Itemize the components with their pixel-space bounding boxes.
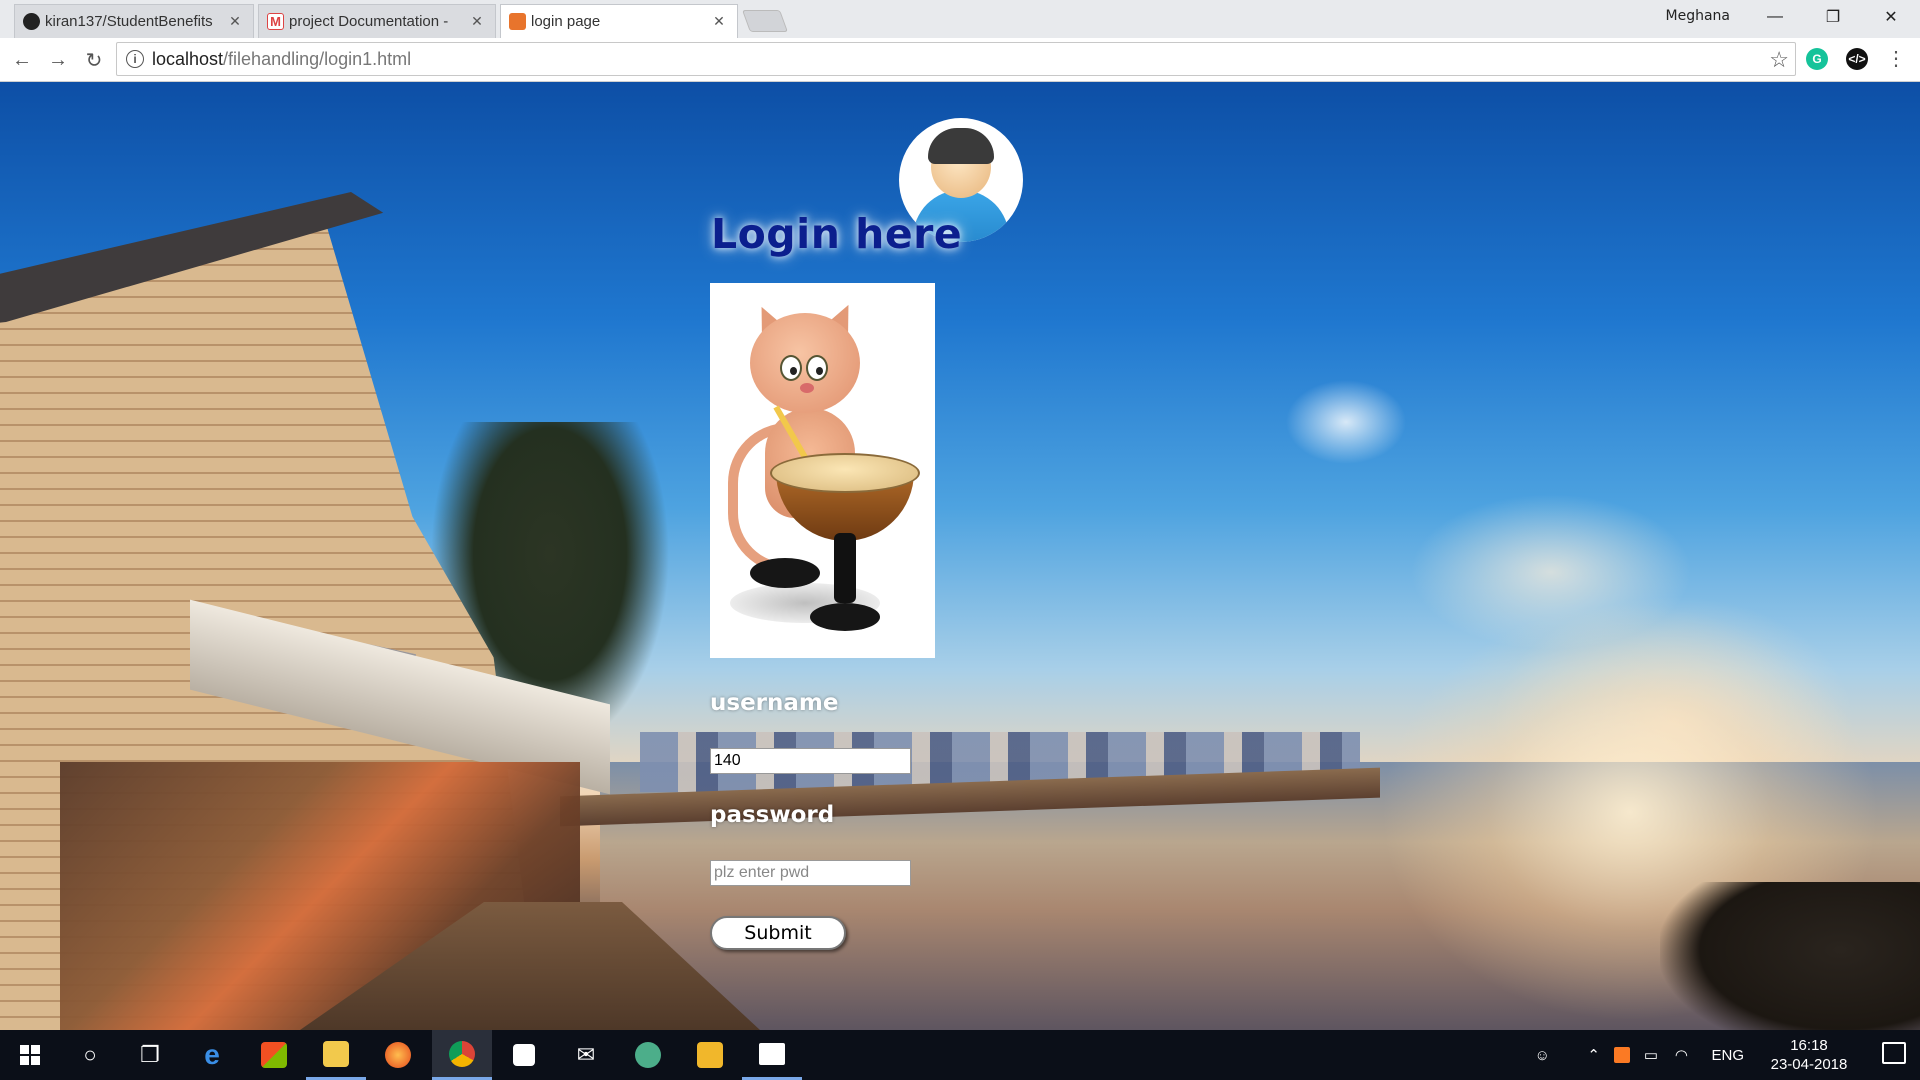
url-host: localhost [152, 48, 224, 69]
tab-login-page[interactable]: login page ✕ [500, 4, 738, 38]
code-icon[interactable]: </> [1846, 48, 1868, 70]
submit-button[interactable]: Submit [710, 916, 846, 950]
sticky-notes-icon[interactable] [494, 1030, 554, 1080]
menu-icon[interactable]: ⋮ [1886, 46, 1906, 71]
reload-icon[interactable]: ↻ [80, 46, 108, 74]
clock-date: 23-04-2018 [1770, 1056, 1848, 1073]
html-icon [509, 13, 526, 30]
restore-button[interactable]: ❐ [1804, 0, 1862, 34]
notification-icon[interactable] [1882, 1042, 1906, 1064]
forward-icon[interactable]: → [44, 46, 72, 74]
task-view-icon[interactable]: ❐ [120, 1030, 180, 1080]
photos-icon[interactable] [742, 1030, 802, 1080]
username-label: username [710, 690, 839, 716]
chevron-up-icon[interactable]: ⌃ [1587, 1030, 1600, 1080]
desk-top [770, 453, 920, 493]
tab-github[interactable]: kiran137/StudentBenefits ✕ [14, 4, 254, 38]
tab-title: login page [531, 13, 601, 30]
store-icon[interactable] [244, 1030, 304, 1080]
windows-start-icon[interactable] [0, 1030, 60, 1080]
browser-titlebar: kiran137/StudentBenefits ✕ M project Doc… [0, 0, 1920, 38]
bookmark-star-icon[interactable]: ☆ [1769, 47, 1789, 73]
password-input[interactable] [710, 860, 911, 886]
password-label: password [710, 802, 835, 828]
new-tab-button[interactable] [741, 10, 789, 32]
clock-time: 16:18 [1790, 1037, 1828, 1054]
tab-title: kiran137/StudentBenefits [45, 13, 213, 30]
close-icon[interactable]: ✕ [711, 13, 727, 30]
cat-nose [800, 383, 814, 393]
battery-icon[interactable]: ▭ [1644, 1030, 1658, 1080]
close-icon[interactable]: ✕ [469, 13, 485, 30]
cat-foot [810, 603, 880, 631]
cat-head [750, 313, 860, 413]
windows-taskbar: ○ ❐ e ✉ ☺ ⌃ ▭ ◠ ENG 16:18 23-04-2018 [0, 1030, 1920, 1080]
close-window-button[interactable]: ✕ [1862, 0, 1920, 34]
outlook-icon[interactable] [680, 1030, 740, 1080]
page-title: Login here [711, 210, 963, 258]
language-indicator[interactable]: ENG [1711, 1030, 1744, 1080]
edge-icon[interactable]: e [182, 1030, 242, 1080]
tab-gmail[interactable]: M project Documentation - ✕ [258, 4, 496, 38]
people-icon[interactable]: ☺ [1535, 1030, 1550, 1080]
cat-foot [750, 558, 820, 588]
profile-name[interactable]: Meghana [1666, 8, 1730, 24]
mail-icon[interactable]: ✉ [556, 1030, 616, 1080]
tab-title: project Documentation - [289, 13, 449, 30]
taskbar-clock[interactable]: 16:18 23-04-2018 [1764, 1036, 1854, 1074]
avatar-hair [928, 128, 994, 164]
login-form: Login here username password Submit [0, 82, 1920, 1030]
cat-eye [780, 355, 802, 381]
minimize-button[interactable]: — [1746, 0, 1804, 34]
back-icon[interactable]: ← [8, 46, 36, 74]
grammarly-icon[interactable]: G [1806, 48, 1828, 70]
cat-student-image [710, 283, 935, 658]
gmail-icon: M [267, 13, 284, 30]
xampp-icon[interactable] [1614, 1030, 1630, 1080]
chrome-icon[interactable] [432, 1030, 492, 1080]
info-icon[interactable]: i [126, 50, 144, 68]
url-path: /filehandling/login1.html [223, 48, 412, 69]
page-viewport: Login here username password Submit [0, 82, 1920, 1030]
cat-eye [806, 355, 828, 381]
close-icon[interactable]: ✕ [227, 13, 243, 30]
username-input[interactable] [710, 748, 911, 774]
wifi-icon[interactable]: ◠ [1675, 1030, 1688, 1080]
desk-leg [834, 533, 856, 603]
address-bar[interactable]: i localhost/filehandling/login1.html ☆ [116, 42, 1796, 76]
github-icon [23, 13, 40, 30]
firefox-icon[interactable] [368, 1030, 428, 1080]
browser-toolbar: ← → ↻ i localhost/filehandling/login1.ht… [0, 38, 1920, 82]
atom-icon[interactable] [618, 1030, 678, 1080]
file-explorer-icon[interactable] [306, 1030, 366, 1080]
cortana-icon[interactable]: ○ [60, 1030, 120, 1080]
